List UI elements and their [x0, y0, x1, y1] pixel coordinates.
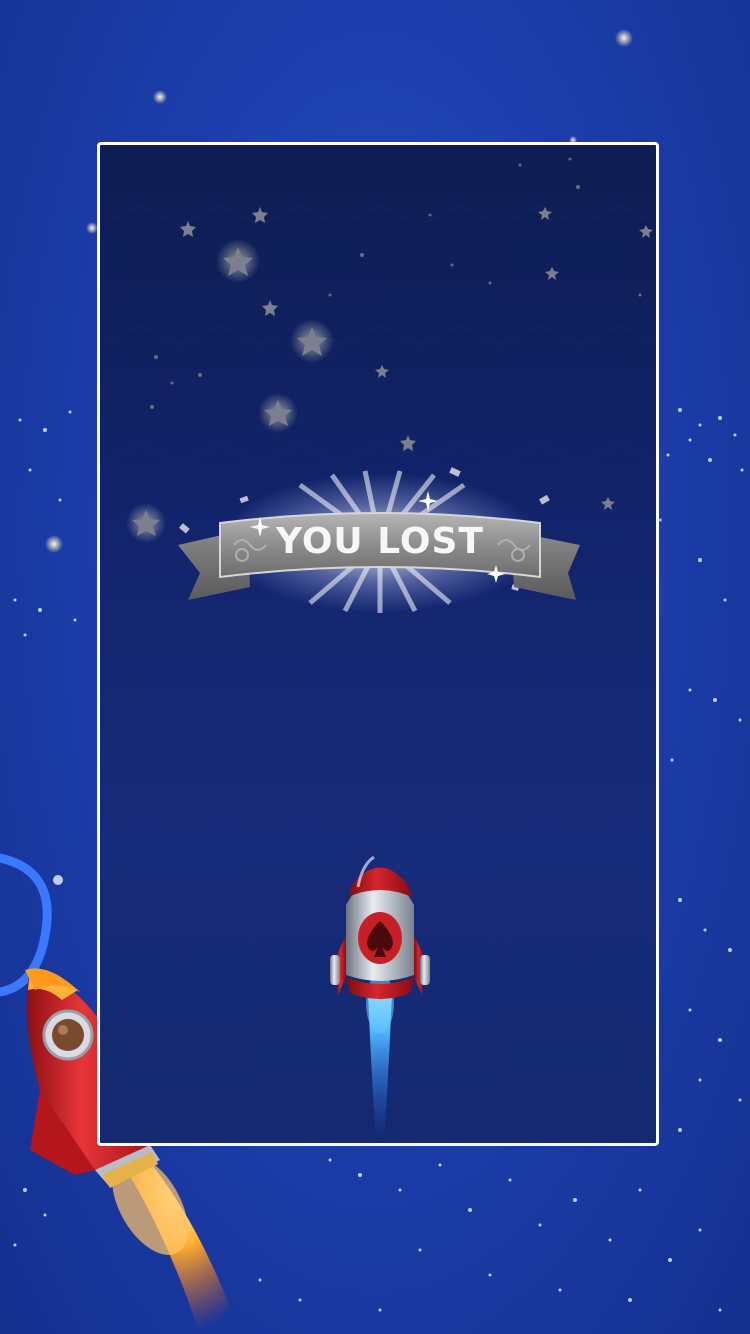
- spade-rocket-icon: [330, 855, 430, 1143]
- result-title: YOU LOST: [275, 521, 484, 562]
- spade-icon: [358, 912, 402, 964]
- game-panel: YOU LOST: [97, 142, 659, 1146]
- game-scene: YOU LOST: [100, 157, 656, 1143]
